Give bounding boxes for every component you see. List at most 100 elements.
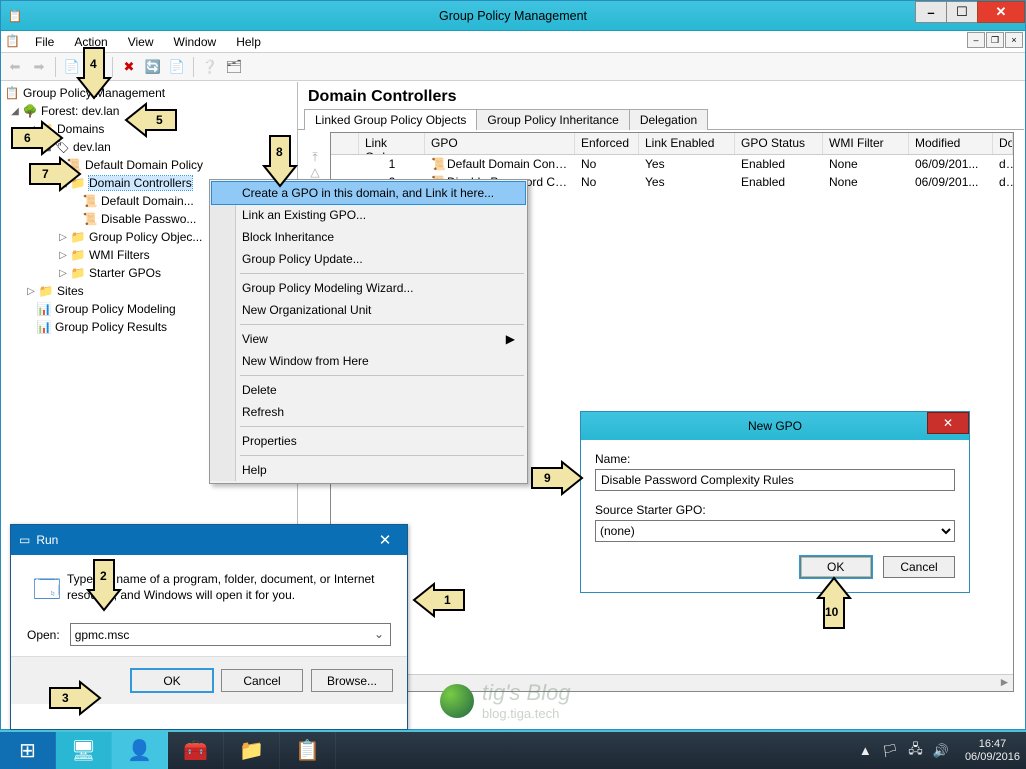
ctx-create-gpo[interactable]: Create a GPO in this domain, and Link it… <box>212 182 525 204</box>
menu-file[interactable]: File <box>25 32 64 52</box>
run-titlebar: ▭ Run ✕ <box>11 525 407 555</box>
tree-ddp[interactable]: Default Domain Policy <box>85 158 203 172</box>
watermark-logo <box>440 684 474 718</box>
col-domain[interactable]: Domain <box>993 133 1013 154</box>
tab-inheritance[interactable]: Group Policy Inheritance <box>476 109 629 130</box>
menu-view[interactable]: View <box>118 32 164 52</box>
ok-button[interactable]: OK <box>800 556 872 578</box>
task-powershell[interactable]: 👤 <box>112 732 168 769</box>
col-gpo-status[interactable]: GPO Status <box>735 133 823 154</box>
ctx-refresh[interactable]: Refresh <box>212 401 525 423</box>
back-button[interactable]: ⬅ <box>4 56 26 78</box>
open-combobox[interactable]: gpmc.msc <box>70 623 391 646</box>
maximize-button[interactable] <box>946 1 978 23</box>
refresh-button[interactable]: 🔄 <box>142 56 164 78</box>
ctx-delete[interactable]: Delete <box>212 379 525 401</box>
dialog-close-button[interactable]: ✕ <box>927 412 969 434</box>
tree-forest[interactable]: Forest: dev.lan <box>41 104 119 118</box>
col-gpo[interactable]: GPO <box>425 133 575 154</box>
gpo-icon: 📜 <box>66 157 82 173</box>
domain-icon: 🏷 <box>54 139 70 155</box>
run-dialog: ▭ Run ✕ 🗔 Type the name of a program, fo… <box>10 524 408 730</box>
run-browse-button[interactable]: Browse... <box>311 669 393 692</box>
task-gpmc[interactable]: 📋 <box>280 732 336 769</box>
run-title-text: Run <box>36 533 58 547</box>
forward-button[interactable]: ➡ <box>28 56 50 78</box>
run-cancel-button[interactable]: Cancel <box>221 669 303 692</box>
tree-dpw[interactable]: Disable Passwo... <box>101 212 196 226</box>
watermark: tig's Blog blog.tiga.tech <box>440 680 571 721</box>
open-label: Open: <box>27 628 60 642</box>
tab-linked-gpo[interactable]: Linked Group Policy Objects <box>304 109 477 130</box>
report-icon: 📊 <box>36 301 52 317</box>
ou-icon: 📁 <box>70 175 86 191</box>
gpm-icon: 📋 <box>4 85 20 101</box>
col-link-enabled[interactable]: Link Enabled <box>639 133 735 154</box>
ctx-properties[interactable]: Properties <box>212 430 525 452</box>
run-close-button[interactable]: ✕ <box>363 525 407 555</box>
starter-gpo-select[interactable]: (none) <box>595 520 955 542</box>
tab-strip: Linked Group Policy Objects Group Policy… <box>298 108 1024 130</box>
delete-button[interactable]: ✖ <box>118 56 140 78</box>
move-up-icon[interactable]: △ <box>306 165 324 180</box>
tree-root[interactable]: Group Policy Management <box>23 86 165 100</box>
tray-network-icon[interactable]: 🖧 <box>908 740 923 762</box>
ctx-gp-update[interactable]: Group Policy Update... <box>212 248 525 270</box>
close-button[interactable] <box>977 1 1025 23</box>
menu-action[interactable]: Action <box>64 32 117 52</box>
minimize-button[interactable] <box>915 1 947 23</box>
gpo-link-icon: 📜 <box>431 157 445 171</box>
run-app-icon: 🗔 <box>27 571 67 611</box>
tree-gpo[interactable]: Group Policy Objec... <box>89 230 202 244</box>
tree-starter[interactable]: Starter GPOs <box>89 266 161 280</box>
gpo-name-input[interactable] <box>595 469 955 491</box>
help-button[interactable]: ❔ <box>199 56 221 78</box>
col-link-order[interactable]: Link Order <box>359 133 425 154</box>
start-button[interactable]: ⊞ <box>0 732 56 769</box>
menubar: 📋 File Action View Window Help – ❐ × <box>1 31 1025 53</box>
mdi-close[interactable]: × <box>1005 32 1023 48</box>
mdi-restore[interactable]: ❐ <box>986 32 1004 48</box>
tray-notify-icon[interactable]: ▲ <box>859 743 872 758</box>
ctx-new-window[interactable]: New Window from Here <box>212 350 525 372</box>
horizontal-scrollbar[interactable]: ◄► <box>331 674 1013 691</box>
copy-button[interactable]: 📋 <box>85 56 107 78</box>
tree-domain[interactable]: dev.lan <box>73 140 111 154</box>
task-server-manager[interactable]: 🖥 <box>56 732 112 769</box>
tree-dc[interactable]: Domain Controllers <box>89 176 192 190</box>
ctx-block-inherit[interactable]: Block Inheritance <box>212 226 525 248</box>
col-modified[interactable]: Modified <box>909 133 993 154</box>
tree-dd[interactable]: Default Domain... <box>101 194 194 208</box>
col-enforced[interactable]: Enforced <box>575 133 639 154</box>
cancel-button[interactable]: Cancel <box>883 556 955 578</box>
menu-help[interactable]: Help <box>226 32 271 52</box>
table-row[interactable]: 1 📜Default Domain Controlle... No Yes En… <box>331 155 1013 173</box>
ctx-modeling-wizard[interactable]: Group Policy Modeling Wizard... <box>212 277 525 299</box>
mdi-minimize[interactable]: – <box>967 32 985 48</box>
options-button[interactable]: 🗂 <box>223 56 245 78</box>
tree-wmi[interactable]: WMI Filters <box>89 248 150 262</box>
menu-window[interactable]: Window <box>164 32 227 52</box>
tree-results[interactable]: Group Policy Results <box>55 320 167 334</box>
tray-flag-icon[interactable]: 🏳 <box>882 743 899 759</box>
ctx-view[interactable]: View▶ <box>212 328 525 350</box>
run-ok-button[interactable]: OK <box>131 669 213 692</box>
properties-button[interactable]: 📄 <box>166 56 188 78</box>
task-explorer[interactable]: 📁 <box>224 732 280 769</box>
tray-volume-icon[interactable]: 🔊 <box>933 743 949 759</box>
task-toolbox[interactable]: 🧰 <box>168 732 224 769</box>
move-top-icon[interactable]: ⤒ <box>306 150 324 165</box>
up-button[interactable]: 📄 <box>61 56 83 78</box>
folder-icon: 📁 <box>70 247 86 263</box>
tree-sites[interactable]: Sites <box>57 284 84 298</box>
col-wmi-filter[interactable]: WMI Filter <box>823 133 909 154</box>
tree-model[interactable]: Group Policy Modeling <box>55 302 176 316</box>
tray-clock[interactable]: 16:47 06/09/2016 <box>965 738 1020 763</box>
tab-delegation[interactable]: Delegation <box>629 109 708 130</box>
ctx-link-gpo[interactable]: Link an Existing GPO... <box>212 204 525 226</box>
ctx-help[interactable]: Help <box>212 459 525 481</box>
report-icon: 📊 <box>36 319 52 335</box>
ctx-new-ou[interactable]: New Organizational Unit <box>212 299 525 321</box>
gpo-icon: 📜 <box>82 193 98 209</box>
tree-domains[interactable]: Domains <box>57 122 104 136</box>
